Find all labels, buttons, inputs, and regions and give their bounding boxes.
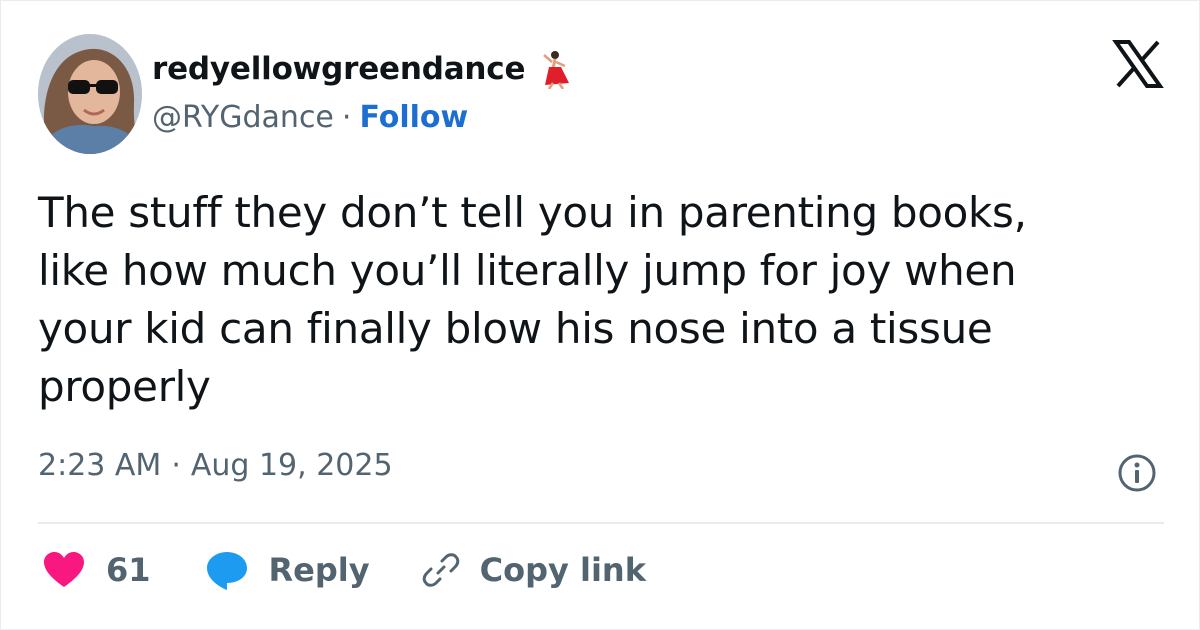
reply-bubble-icon bbox=[206, 552, 247, 590]
avatar[interactable] bbox=[38, 34, 142, 154]
heart-icon bbox=[44, 552, 84, 587]
display-name[interactable]: redyellowgreendance bbox=[152, 51, 526, 87]
handle-row: @RYGdance · Follow bbox=[152, 92, 573, 142]
follow-button[interactable]: Follow bbox=[359, 100, 468, 135]
user-block: redyellowgreendance @RYGdance · Follow bbox=[152, 46, 573, 142]
tweet-card: redyellowgreendance @RYGdance · Follow T… bbox=[0, 0, 1200, 630]
copy-link-label: Copy link bbox=[479, 551, 646, 589]
action-bar: 61 Reply Copy link bbox=[44, 550, 646, 590]
dancer-icon bbox=[539, 49, 573, 90]
separator: · bbox=[341, 99, 352, 135]
tweet-date[interactable]: Aug 19, 2025 bbox=[191, 448, 393, 483]
copy-link-button[interactable]: Copy link bbox=[422, 551, 646, 589]
tweet-time[interactable]: 2:23 AM bbox=[38, 448, 161, 483]
separator: · bbox=[171, 448, 181, 483]
x-logo-icon[interactable] bbox=[1112, 38, 1164, 90]
link-icon bbox=[422, 553, 459, 587]
tweet-text: The stuff they don’t tell you in parenti… bbox=[38, 188, 1027, 411]
handle[interactable]: @RYGdance bbox=[152, 100, 334, 135]
divider bbox=[38, 522, 1164, 524]
timestamp[interactable]: 2:23 AM · Aug 19, 2025 bbox=[38, 448, 393, 483]
reply-label: Reply bbox=[268, 551, 370, 589]
name-row: redyellowgreendance bbox=[152, 46, 573, 92]
like-count: 61 bbox=[106, 551, 151, 589]
info-icon[interactable] bbox=[1116, 452, 1158, 494]
reply-button[interactable]: Reply bbox=[206, 550, 370, 590]
like-button[interactable]: 61 bbox=[44, 551, 151, 589]
